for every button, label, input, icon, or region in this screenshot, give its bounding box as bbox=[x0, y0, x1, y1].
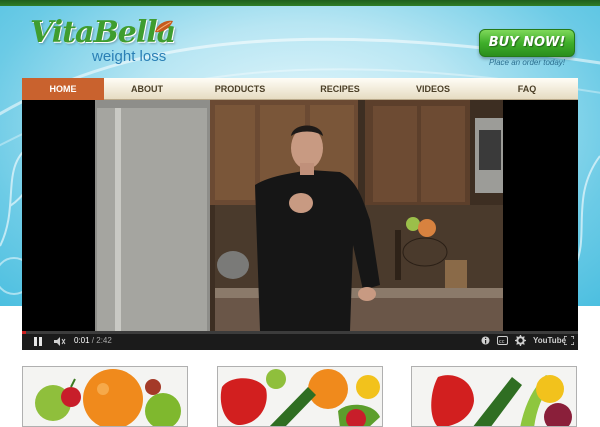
progress-bar[interactable] bbox=[22, 331, 578, 334]
time-display: 0:01 / 2:42 bbox=[74, 335, 112, 347]
kitchen-scene bbox=[95, 100, 503, 331]
fullscreen-icon[interactable] bbox=[564, 336, 574, 345]
main-nav: HOME ABOUT PRODUCTS RECIPES VIDEOS FAQ bbox=[22, 78, 578, 100]
nav-item-recipes[interactable]: RECIPES bbox=[290, 78, 390, 100]
thumbnail-row bbox=[0, 366, 600, 427]
thumbnail-fruit[interactable] bbox=[22, 366, 188, 427]
thumbnail-produce[interactable] bbox=[411, 366, 577, 427]
current-time: 0:01 bbox=[74, 336, 90, 345]
youtube-logo[interactable]: YouTube bbox=[533, 335, 566, 347]
duration: 2:42 bbox=[96, 336, 112, 345]
nav-item-videos[interactable]: VIDEOS bbox=[390, 78, 476, 100]
info-icon[interactable] bbox=[481, 336, 490, 345]
progress-fill bbox=[22, 331, 26, 334]
volume-icon[interactable] bbox=[54, 337, 66, 346]
order-note: Place an order today! bbox=[488, 58, 566, 67]
nav-item-products[interactable]: PRODUCTS bbox=[190, 78, 290, 100]
vegetables-photo bbox=[218, 367, 382, 426]
video-player[interactable]: 0:01 / 2:42 cc YouTube bbox=[22, 100, 578, 350]
brand-logo[interactable]: VitaBella weight loss bbox=[30, 16, 176, 68]
fruit-photo bbox=[23, 367, 187, 426]
captions-icon[interactable]: cc bbox=[497, 336, 508, 345]
settings-icon[interactable] bbox=[515, 335, 526, 346]
player-controls: 0:01 / 2:42 cc YouTube bbox=[22, 331, 578, 350]
nav-item-about[interactable]: ABOUT bbox=[104, 78, 190, 100]
nav-item-home[interactable]: HOME bbox=[22, 78, 104, 100]
nav-item-faq[interactable]: FAQ bbox=[476, 78, 578, 100]
video-frame[interactable] bbox=[95, 100, 503, 331]
produce-photo bbox=[412, 367, 576, 426]
svg-text:cc: cc bbox=[499, 339, 505, 345]
pause-icon[interactable] bbox=[34, 337, 42, 346]
brand-tagline: weight loss bbox=[92, 48, 167, 65]
buy-now-button[interactable]: BUY NOW! bbox=[479, 29, 575, 57]
thumbnail-vegetables[interactable] bbox=[217, 366, 383, 427]
leaf-icon bbox=[155, 20, 173, 33]
